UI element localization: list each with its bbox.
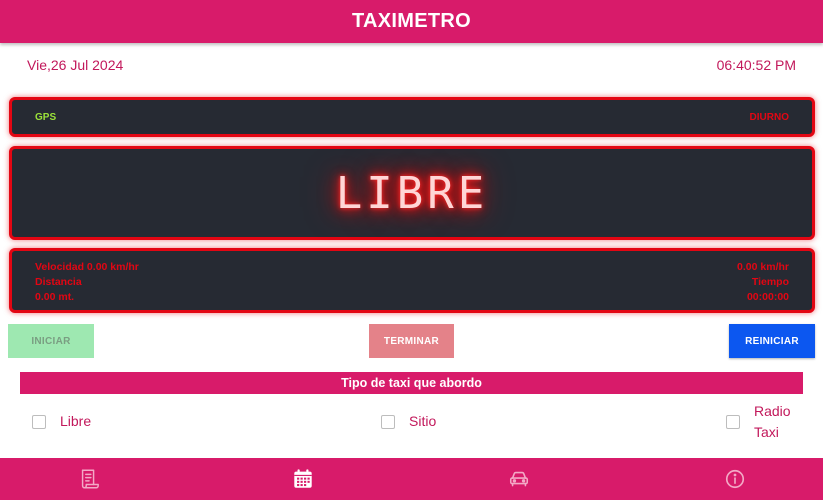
nav-car-button[interactable] <box>489 458 549 500</box>
status-text: LIBRE <box>335 167 489 219</box>
car-icon <box>509 471 529 487</box>
checkbox-radio-taxi[interactable] <box>726 415 740 429</box>
time-value: 00:00:00 <box>746 291 789 303</box>
taximeter-app: TAXIMETRO Vie,26 Jul 2024 06:40:52 PM GP… <box>0 0 823 500</box>
distance-value: 0.00 mt. <box>35 291 75 303</box>
distance-label: Distancia <box>35 276 82 288</box>
checkbox-libre[interactable] <box>32 414 46 429</box>
option-radio-taxi-label: Radio Taxi <box>754 403 791 440</box>
nav-receipt-button[interactable] <box>59 458 119 500</box>
app-header: TAXIMETRO <box>0 0 823 43</box>
receipt-icon <box>81 469 99 489</box>
status-display-panel: LIBRE <box>9 146 815 240</box>
speed-readout: Velocidad 0.00 km/hr <box>35 261 139 273</box>
gps-indicator: GPS <box>35 112 57 123</box>
option-libre-label: Libre <box>60 413 92 429</box>
bottom-nav <box>0 458 823 500</box>
start-button[interactable]: INICIAR <box>8 324 94 358</box>
option-sitio[interactable]: Sitio <box>381 411 436 432</box>
option-libre[interactable]: Libre <box>32 411 91 432</box>
end-button[interactable]: TERMINAR <box>369 324 454 358</box>
current-date: Vie,26 Jul 2024 <box>27 57 124 73</box>
datetime-row: Vie,26 Jul 2024 06:40:52 PM <box>0 57 823 77</box>
checkbox-sitio[interactable] <box>381 414 395 429</box>
option-sitio-label: Sitio <box>409 413 437 429</box>
tariff-mode: DIURNO <box>749 112 789 123</box>
calendar-icon <box>294 469 312 488</box>
trip-stats-panel: Velocidad 0.00 km/hr Distancia 0.00 mt. … <box>9 248 815 313</box>
speed-value-right: 0.00 km/hr <box>737 261 789 273</box>
current-time: 06:40:52 PM <box>716 57 796 73</box>
reset-button[interactable]: REINICIAR <box>729 324 815 358</box>
gps-status-panel: GPS DIURNO <box>9 97 815 137</box>
taxi-type-title: Tipo de taxi que abordo <box>341 376 482 390</box>
time-label: Tiempo <box>751 276 789 288</box>
option-radio-taxi[interactable]: Radio Taxi <box>726 401 804 443</box>
nav-info-button[interactable] <box>705 458 765 500</box>
info-icon <box>725 469 745 489</box>
status-display: LIBRE <box>12 149 812 237</box>
nav-calendar-button[interactable] <box>273 458 333 500</box>
app-title: TAXIMETRO <box>352 10 471 32</box>
taxi-type-header: Tipo de taxi que abordo <box>20 372 803 394</box>
